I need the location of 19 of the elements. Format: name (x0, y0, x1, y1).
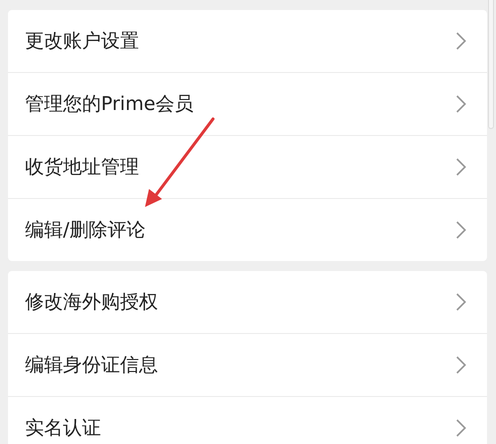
row-label: 实名认证 (25, 416, 101, 441)
chevron-icon (455, 355, 467, 375)
chevron-icon (455, 292, 467, 312)
row-label: 收货地址管理 (25, 155, 139, 180)
chevron-icon (455, 94, 467, 114)
settings-row[interactable]: 更改账户设置 (8, 10, 487, 72)
row-label: 修改海外购授权 (25, 290, 158, 315)
chevron-icon (455, 418, 467, 438)
row-label: 编辑/删除评论 (25, 218, 146, 243)
settings-row[interactable]: 实名认证 (8, 396, 487, 444)
row-label: 管理您的Prime会员 (25, 92, 194, 117)
chevron-icon (455, 220, 467, 240)
settings-row[interactable]: 修改海外购授权 (8, 271, 487, 333)
settings-row[interactable]: 管理您的Prime会员 (8, 72, 487, 135)
row-label: 更改账户设置 (25, 29, 139, 54)
row-label: 编辑身份证信息 (25, 353, 158, 378)
chevron-icon (455, 157, 467, 177)
chevron-icon (455, 31, 467, 51)
settings-row[interactable]: 编辑身份证信息 (8, 333, 487, 396)
